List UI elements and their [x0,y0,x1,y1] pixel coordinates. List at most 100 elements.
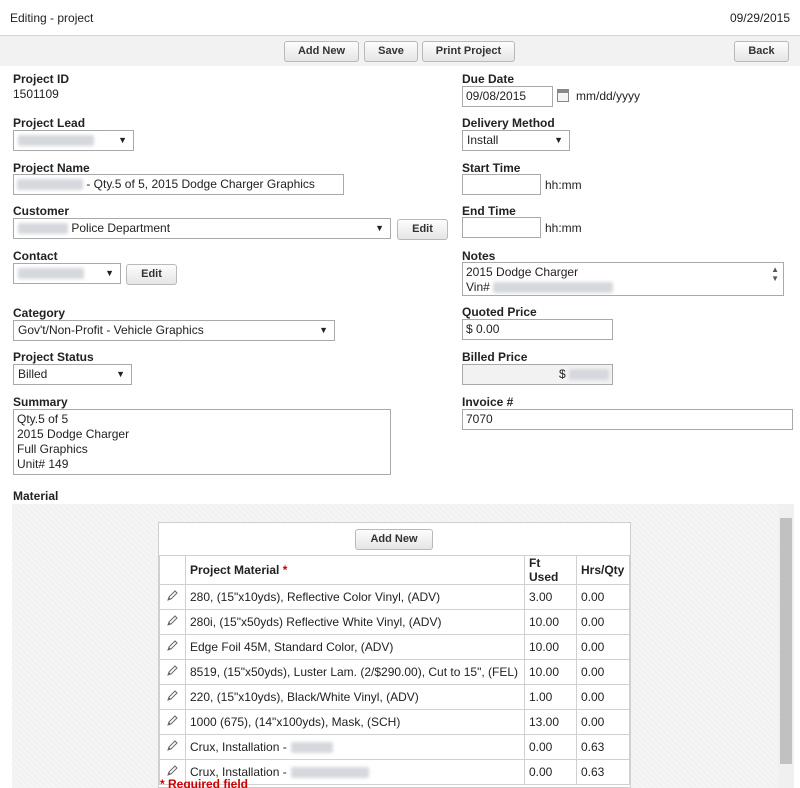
project-lead-select[interactable]: ▼ [13,130,134,151]
material-cell: Edge Foil 45M, Standard Color, (ADV) [185,634,525,660]
contact-edit-button[interactable]: Edit [126,264,177,285]
calendar-icon[interactable] [557,89,569,102]
header-date: 09/29/2015 [729,11,790,25]
chevron-down-icon: ▼ [118,135,127,145]
project-status-label: Project Status [13,350,94,364]
material-add-new-button[interactable]: Add New [355,529,433,550]
scrollbar-thumb[interactable] [780,518,792,764]
redacted-contact [18,268,84,280]
hrs-qty-cell: 0.00 [576,659,630,685]
quoted-price-input[interactable]: $ 0.00 [462,319,613,340]
ft-used-cell: 3.00 [524,584,577,610]
summary-line: Full Graphics [17,442,88,456]
table-header-row: Project Material * Ft Used Hrs/Qty [159,555,630,585]
chevron-down-icon: ▼ [319,325,328,335]
customer-select[interactable]: Police Department ▼ [13,218,391,239]
summary-line: 2015 Dodge Charger [17,427,130,441]
start-time-format: hh:mm [545,178,582,192]
invoice-input[interactable]: 7070 [462,409,793,430]
back-button[interactable]: Back [734,41,789,62]
scrollbar[interactable] [778,504,794,788]
chevron-down-icon: ▼ [375,223,384,233]
table-row[interactable]: 1000 (675), (14"x100yds), Mask, (SCH) 13.… [159,709,630,735]
required-field-note: * Required field [160,777,249,788]
quoted-price-label: Quoted Price [462,305,537,319]
redacted-vin [493,282,614,294]
pencil-icon[interactable] [159,709,186,735]
pencil-icon[interactable] [159,684,186,710]
hrs-qty-cell: 0.00 [576,709,630,735]
category-select[interactable]: Gov't/Non-Profit - Vehicle Graphics ▼ [13,320,335,341]
pencil-icon[interactable] [159,584,186,610]
start-time-input[interactable] [462,174,541,195]
table-row[interactable]: Crux, Installation -0.00 0.63 [159,734,630,760]
ft-used-cell: 0.00 [524,734,577,760]
material-cell: Crux, Installation - [185,734,525,760]
hrs-qty-cell: 0.00 [576,634,630,660]
category-value: Gov't/Non-Profit - Vehicle Graphics [18,323,204,337]
end-time-format: hh:mm [545,221,582,235]
material-cell: 280, (15"x10yds), Reflective Color Vinyl… [185,584,525,610]
chevron-down-icon: ▼ [105,268,114,278]
table-row[interactable]: 220, (15"x10yds), Black/White Vinyl, (AD… [159,684,630,710]
material-table: Project Material * Ft Used Hrs/Qty 280, … [159,555,630,785]
add-new-button[interactable]: Add New [284,41,359,62]
notes-line-vin: Vin# [466,280,763,295]
table-row[interactable]: 8519, (15"x50yds), Luster Lam. (2/$290.0… [159,659,630,685]
material-cell: 1000 (675), (14"x100yds), Mask, (SCH) [185,709,525,735]
due-date-input[interactable]: 09/08/2015 [462,86,553,107]
save-button[interactable]: Save [364,41,418,62]
notes-textarea[interactable]: 2015 Dodge Charger Vin# ▲ ▼ [462,262,784,296]
hrs-qty-cell: 0.00 [576,684,630,710]
category-label: Category [13,306,66,320]
customer-label: Customer [13,204,70,218]
delivery-method-select[interactable]: Install ▼ [462,130,570,151]
pencil-icon[interactable] [159,634,186,660]
page-title: Editing - project [10,11,94,25]
redacted-billed-price [569,369,609,381]
project-status-value: Billed [18,367,48,381]
table-row[interactable]: 280, (15"x10yds), Reflective Color Vinyl… [159,584,630,610]
print-project-button[interactable]: Print Project [422,41,515,62]
ft-used-cell: 0.00 [524,759,577,785]
table-row[interactable]: Edge Foil 45M, Standard Color, (ADV) 10.0… [159,634,630,660]
customer-value: Police Department [71,221,171,235]
redacted-lead [18,135,94,147]
spinner-icon[interactable]: ▲ ▼ [771,265,779,283]
ft-used-cell: 1.00 [524,684,577,710]
due-date-format: mm/dd/yyyy [576,89,641,103]
redacted-customer [18,223,68,235]
hrs-qty-header: Hrs/Qty [576,555,630,585]
project-name-input[interactable]: - Qty.5 of 5, 2015 Dodge Charger Graphic… [13,174,344,195]
pencil-icon[interactable] [159,609,186,635]
end-time-input[interactable] [462,217,541,238]
title-bar: Editing - project 09/29/2015 [0,0,800,36]
hrs-qty-cell: 0.63 [576,759,630,785]
start-time-label: Start Time [462,161,521,175]
summary-line: Qty.5 of 5 [17,412,69,426]
billed-price-label: Billed Price [462,350,528,364]
contact-select[interactable]: ▼ [13,263,121,284]
pencil-icon[interactable] [159,734,186,760]
edit-column-header [159,555,186,585]
project-lead-label: Project Lead [13,116,86,130]
customer-edit-button[interactable]: Edit [397,219,448,240]
billed-price-currency: $ [558,367,566,381]
hrs-qty-cell: 0.00 [576,584,630,610]
project-name-text: - Qty.5 of 5, 2015 Dodge Charger Graphic… [86,177,315,191]
material-cell: 280i, (15"x50yds) Reflective White Vinyl… [185,609,525,635]
material-label: Material [13,489,59,503]
project-status-select[interactable]: Billed ▼ [13,364,132,385]
project-material-header: Project Material * [185,555,525,585]
material-cell: 220, (15"x10yds), Black/White Vinyl, (AD… [185,684,525,710]
billed-price-input[interactable]: $ [462,364,613,385]
ft-used-cell: 13.00 [524,709,577,735]
pencil-icon[interactable] [159,659,186,685]
ft-used-cell: 10.00 [524,659,577,685]
summary-textarea[interactable]: Qty.5 of 5 2015 Dodge Charger Full Graph… [13,409,391,475]
end-time-label: End Time [462,204,516,218]
project-name-label: Project Name [13,161,90,175]
table-row[interactable]: 280i, (15"x50yds) Reflective White Vinyl… [159,609,630,635]
redacted-installer [290,767,369,779]
project-id-label: Project ID [13,72,70,86]
